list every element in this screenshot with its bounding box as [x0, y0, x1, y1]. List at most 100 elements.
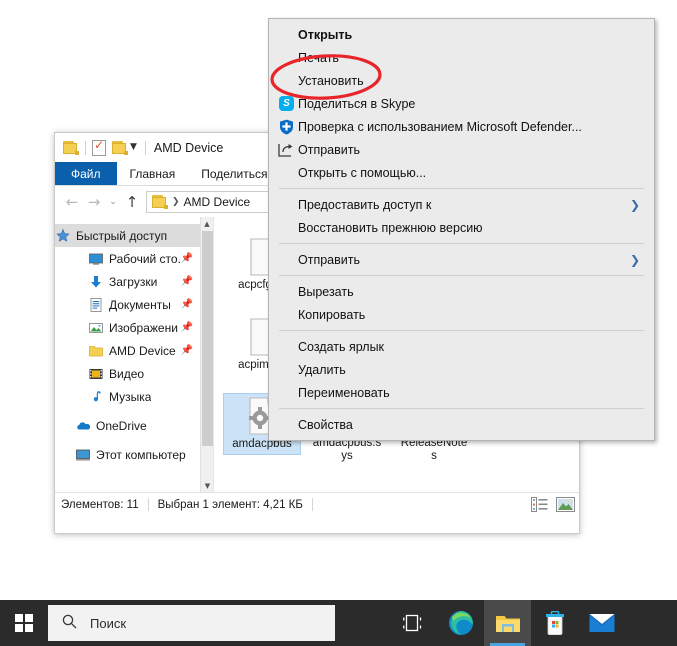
sidebar-item-label: Изображени: [109, 320, 178, 335]
divider: [85, 140, 86, 155]
menu-item-label: Поделиться в Skype: [298, 96, 416, 111]
menu-item-print[interactable]: Печать: [269, 46, 654, 69]
sidebar-item-documents[interactable]: Документы 📌: [55, 293, 213, 316]
menu-item-rename[interactable]: Переименовать: [269, 381, 654, 404]
menu-item-cut[interactable]: Вырезать: [269, 280, 654, 303]
properties-icon[interactable]: [92, 138, 106, 156]
chevron-up-icon[interactable]: ▲: [201, 217, 213, 230]
menu-item-label: Создать ярлык: [298, 339, 385, 354]
task-view-icon[interactable]: [390, 600, 437, 646]
menu-separator: [279, 188, 644, 189]
desktop-icon: [88, 251, 104, 267]
up-arrow-icon[interactable]: ↑: [121, 191, 143, 213]
mail-icon[interactable]: [578, 600, 625, 646]
no-icon: [277, 165, 298, 181]
menu-item-share-skype[interactable]: S Поделиться в Skype: [269, 92, 654, 115]
divider: [144, 140, 146, 155]
navigation-pane-scrollbar[interactable]: ▲ ▼: [200, 217, 213, 492]
sidebar-item-videos[interactable]: Видео: [55, 362, 213, 385]
file-explorer-icon[interactable]: [484, 600, 531, 646]
sidebar-item-label: OneDrive: [96, 418, 147, 433]
no-icon: [277, 50, 298, 66]
sidebar-item-pictures[interactable]: Изображени 📌: [55, 316, 213, 339]
folder-icon: [88, 343, 104, 359]
folder-icon[interactable]: [63, 140, 79, 155]
menu-item-label: Восстановить прежнюю версию: [298, 220, 483, 235]
navigation-list: Быстрый доступ Рабочий сто. 📌 Загрузки 📌…: [55, 217, 213, 466]
tab-home[interactable]: Главная: [117, 162, 189, 185]
no-icon: [277, 27, 298, 43]
search-input[interactable]: Поиск: [48, 605, 335, 641]
taskbar-icons: [390, 600, 625, 646]
documents-icon: [88, 297, 104, 313]
sidebar-item-amd-device[interactable]: AMD Device 📌: [55, 339, 213, 362]
menu-item-open[interactable]: Открыть: [269, 23, 654, 46]
chevron-right-icon: ❯: [629, 252, 640, 267]
window-title: AMD Device: [153, 140, 224, 155]
no-icon: [277, 362, 298, 378]
menu-separator: [279, 330, 644, 331]
sidebar-item-quick-access[interactable]: Быстрый доступ: [55, 224, 213, 247]
menu-separator: [279, 243, 644, 244]
tab-file[interactable]: Файл: [55, 162, 117, 185]
forward-arrow-icon[interactable]: →: [83, 191, 105, 213]
menu-item-label: Переименовать: [298, 385, 390, 400]
menu-item-label: Печать: [298, 50, 339, 65]
back-arrow-icon[interactable]: ←: [61, 191, 83, 213]
this-pc-icon: [75, 447, 91, 463]
menu-item-install[interactable]: Установить: [269, 69, 654, 92]
menu-item-properties[interactable]: Свойства: [269, 413, 654, 436]
folder-icon: [152, 194, 168, 209]
sidebar-item-label: Загрузки: [109, 274, 158, 289]
shield-icon: [277, 119, 298, 135]
chevron-down-icon[interactable]: ▼: [201, 479, 213, 492]
tab-share[interactable]: Поделиться: [188, 162, 280, 185]
no-icon: [277, 385, 298, 401]
menu-item-open-with[interactable]: Открыть с помощью...: [269, 161, 654, 184]
sidebar-item-music[interactable]: Музыка: [55, 385, 213, 408]
sidebar-item-label: AMD Device: [109, 343, 176, 358]
start-button[interactable]: [0, 600, 48, 646]
sidebar-item-downloads[interactable]: Загрузки 📌: [55, 270, 213, 293]
sidebar-item-this-pc[interactable]: Этот компьютер: [55, 443, 213, 466]
onedrive-cloud-icon: [75, 418, 91, 434]
menu-item-give-access-to[interactable]: Предоставить доступ к ❯: [269, 193, 654, 216]
details-view-icon[interactable]: [531, 497, 548, 512]
sidebar-item-label: Рабочий сто.: [109, 251, 181, 266]
pin-icon: 📌: [180, 322, 193, 333]
menu-item-scan-defender[interactable]: Проверка с использованием Microsoft Defe…: [269, 115, 654, 138]
sidebar-item-onedrive[interactable]: OneDrive: [55, 414, 213, 437]
menu-item-copy[interactable]: Копировать: [269, 303, 654, 326]
selection-info-text: Выбран 1 элемент: 4,21 КБ: [157, 498, 303, 511]
edge-browser-icon[interactable]: [437, 600, 484, 646]
menu-item-label: Копировать: [298, 307, 366, 322]
item-count-text: Элементов: 11: [61, 498, 139, 511]
dropdown-caret-icon[interactable]: ▼: [130, 143, 137, 152]
pictures-icon: [88, 320, 104, 336]
large-icons-view-icon[interactable]: [556, 497, 575, 512]
new-folder-icon[interactable]: [112, 140, 128, 155]
menu-item-delete[interactable]: Удалить: [269, 358, 654, 381]
divider: [147, 498, 149, 511]
menu-item-label: Открыть: [298, 27, 353, 42]
scrollbar-thumb[interactable]: [202, 231, 213, 446]
sidebar-item-desktop[interactable]: Рабочий сто. 📌: [55, 247, 213, 270]
sidebar-item-label: Документы: [109, 297, 171, 312]
sidebar-item-label: Этот компьютер: [96, 447, 186, 462]
no-icon: [277, 252, 298, 268]
share-arrow-icon: [277, 142, 298, 158]
menu-item-label: Отправить: [298, 142, 360, 157]
microsoft-store-icon[interactable]: [531, 600, 578, 646]
menu-item-send-icon-row[interactable]: Отправить: [269, 138, 654, 161]
breadcrumb-item[interactable]: AMD Device: [184, 195, 251, 209]
context-menu: Открыть Печать Установить S Поделиться в…: [268, 18, 655, 441]
sidebar-item-label: Видео: [109, 366, 145, 381]
navigation-pane: Быстрый доступ Рабочий сто. 📌 Загрузки 📌…: [55, 217, 214, 492]
menu-item-create-shortcut[interactable]: Создать ярлык: [269, 335, 654, 358]
menu-item-send-to[interactable]: Отправить ❯: [269, 248, 654, 271]
sidebar-item-label: Быстрый доступ: [76, 228, 168, 243]
menu-item-restore-previous-versions[interactable]: Восстановить прежнюю версию: [269, 216, 654, 239]
windows-logo-icon: [15, 614, 33, 632]
skype-icon: S: [277, 95, 298, 112]
recent-locations-icon[interactable]: ⌄: [105, 191, 121, 213]
